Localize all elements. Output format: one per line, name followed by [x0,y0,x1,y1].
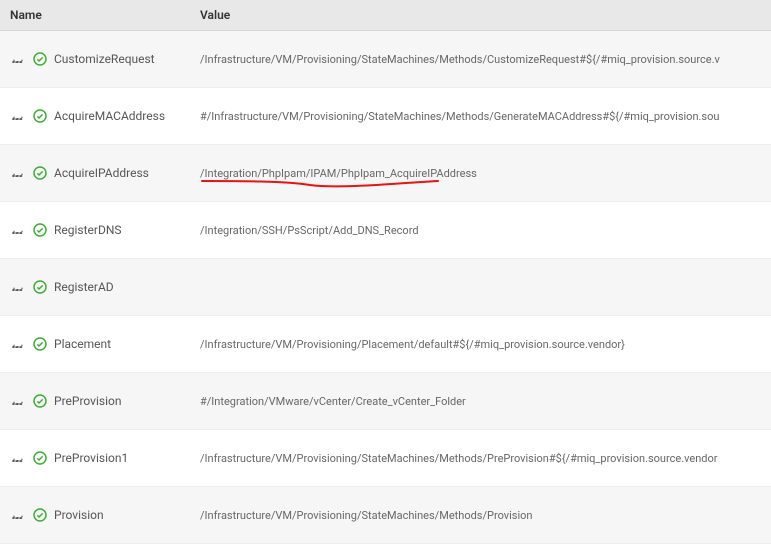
name-cell: PreProvision1 [0,450,200,466]
table-row[interactable]: RegisterDNS/Integration/SSH/PsScript/Add… [0,202,771,259]
row-value-label: /Integration/PhpIpam/IPAM/PhpIpam_Acquir… [200,167,771,180]
name-cell: AcquireMACAddress [0,108,200,124]
checkmark-icon [32,108,48,124]
row-value-label: /Infrastructure/VM/Provisioning/StateMac… [200,452,771,465]
table-row[interactable]: AcquireMACAddress #/Infrastructure/VM/Pro… [0,88,771,145]
name-cell: RegisterAD [0,279,200,295]
table-row[interactable]: PreProvision #/Integration/VMware/vCenter… [0,373,771,430]
row-name-label: RegisterDNS [54,223,122,237]
row-name-label: PreProvision1 [54,451,128,465]
table-row[interactable]: Placement/Infrastructure/VM/Provisioning… [0,316,771,373]
row-value-label: /Infrastructure/VM/Provisioning/Placemen… [200,338,771,351]
name-cell: Placement [0,336,200,352]
table-row[interactable]: RegisterAD [0,259,771,316]
table-body: CustomizeRequest/Infrastructure/VM/Provi… [0,31,771,544]
name-cell: CustomizeRequest [0,51,200,67]
table-header: Name Value [0,0,771,31]
gear-icon [10,108,26,124]
row-value-label: #/Infrastructure/VM/Provisioning/StateMa… [200,110,771,123]
row-name-label: AcquireMACAddress [54,109,165,123]
table-row[interactable]: PreProvision1/Infrastructure/VM/Provisio… [0,430,771,487]
row-value-label: /Infrastructure/VM/Provisioning/StateMac… [200,53,771,66]
name-cell: AcquireIPAddress [0,165,200,181]
name-cell: RegisterDNS [0,222,200,238]
checkmark-icon [32,165,48,181]
row-name-label: CustomizeRequest [54,52,155,66]
checkmark-icon [32,279,48,295]
checkmark-icon [32,222,48,238]
table-row[interactable]: Provision/Infrastructure/VM/Provisioning… [0,487,771,544]
row-name-label: Placement [54,337,111,351]
gear-icon [10,450,26,466]
row-name-label: Provision [54,508,104,522]
gear-icon [10,393,26,409]
table-row[interactable]: AcquireIPAddress/Integration/PhpIpam/IPA… [0,145,771,202]
row-value-label: /Integration/SSH/PsScript/Add_DNS_Record [200,224,771,237]
row-name-label: AcquireIPAddress [54,166,149,180]
column-header-name[interactable]: Name [0,8,200,22]
name-cell: Provision [0,507,200,523]
row-value-label: /Infrastructure/VM/Provisioning/StateMac… [200,509,771,522]
gear-icon [10,165,26,181]
gear-icon [10,279,26,295]
checkmark-icon [32,450,48,466]
checkmark-icon [32,507,48,523]
column-header-value[interactable]: Value [200,8,771,22]
name-cell: PreProvision [0,393,200,409]
gear-icon [10,51,26,67]
gear-icon [10,336,26,352]
row-value-label: #/Integration/VMware/vCenter/Create_vCen… [200,395,771,408]
row-name-label: PreProvision [54,394,121,408]
row-name-label: RegisterAD [54,280,114,294]
gear-icon [10,222,26,238]
table-row[interactable]: CustomizeRequest/Infrastructure/VM/Provi… [0,31,771,88]
checkmark-icon [32,336,48,352]
checkmark-icon [32,51,48,67]
gear-icon [10,507,26,523]
checkmark-icon [32,393,48,409]
